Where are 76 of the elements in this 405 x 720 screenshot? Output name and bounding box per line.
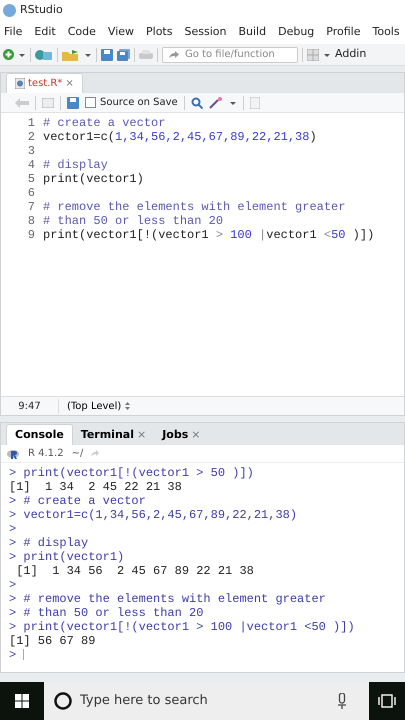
- line-number: 8: [26, 214, 36, 228]
- panel-tab[interactable]: Terminal ×: [72, 424, 154, 445]
- console-command-text: > # than 50 or less than 20: [9, 606, 204, 620]
- menu-item[interactable]: Session: [184, 24, 226, 40]
- close-icon[interactable]: ×: [65, 76, 74, 91]
- search-field[interactable]: Go to file/function: [162, 46, 298, 62]
- console-output-text: [1] 56 67 89: [9, 634, 96, 648]
- console-command-text: >: [9, 648, 16, 662]
- menu-item[interactable]: View: [108, 24, 134, 40]
- r-file-icon: [15, 78, 25, 89]
- task-view-icon[interactable]: [378, 694, 396, 708]
- code-line: # than 50 or less than 20: [43, 214, 224, 228]
- code-line: vector1=c(1,34,56,2,45,67,89,22,21,38): [43, 130, 317, 144]
- text-cursor: [23, 649, 24, 660]
- console-command-text: > vector1=c(1,34,56,2,45,67,89,22,21,38): [9, 508, 298, 522]
- scope-selector[interactable]: (Top Level): [67, 398, 130, 414]
- console-command-text: > print(vector1): [9, 550, 124, 564]
- menu-item[interactable]: Profile: [326, 24, 360, 40]
- line-number: 6: [26, 186, 36, 200]
- cursor-position: 9:47: [1, 398, 59, 414]
- console-command-text: > # create a vector: [9, 494, 146, 508]
- app-logo-icon: [3, 4, 16, 16]
- close-icon[interactable]: ×: [136, 426, 146, 443]
- file-tab[interactable]: test.R* ×: [6, 73, 83, 93]
- line-number: 1: [26, 116, 36, 130]
- folder-icon[interactable]: [62, 48, 80, 60]
- working-directory: ~/: [72, 447, 84, 461]
- menu-item[interactable]: Debug: [278, 24, 314, 40]
- console-output-text: [1] 1 34 2 45 22 21 38: [9, 480, 182, 494]
- line-number: 7: [26, 200, 36, 214]
- add-icon[interactable]: [3, 49, 14, 60]
- code-line: # remove the elements with element greater: [43, 200, 346, 214]
- line-number: 2: [26, 130, 36, 144]
- code-line: print(vector1): [43, 172, 144, 186]
- console-command-text: > print(vector1[!(vector1 > 100 |vector1 <50 )]): [9, 620, 355, 634]
- line-number: 9: [26, 228, 36, 242]
- microphone-icon[interactable]: [337, 693, 347, 709]
- menu-item[interactable]: Edit: [34, 24, 56, 40]
- taskbar-search-field[interactable]: Type here to search: [44, 682, 369, 720]
- grid-icon[interactable]: [307, 48, 319, 60]
- menu-item[interactable]: Tools: [372, 24, 400, 40]
- code-line: # create a vector: [43, 116, 166, 130]
- windows-icon[interactable]: [15, 694, 29, 708]
- addins-menu[interactable]: Addin: [335, 46, 366, 63]
- source-on-save-checkbox[interactable]: Source on Save: [85, 95, 178, 110]
- r-logo-icon: [7, 448, 20, 458]
- panel-tab[interactable]: Console: [6, 424, 73, 445]
- save-icon[interactable]: [67, 96, 79, 108]
- console-command-text: >: [9, 522, 16, 536]
- console-command-text: >: [9, 578, 16, 592]
- updown-icon: [125, 402, 130, 410]
- circle-icon: [54, 692, 72, 710]
- project-icon[interactable]: [35, 48, 53, 60]
- line-number: 5: [26, 172, 36, 186]
- arrow-icon: [169, 50, 179, 59]
- window-title: RStudio: [20, 2, 63, 18]
- console-command-text: > # display: [9, 536, 88, 550]
- code-line: # display: [43, 158, 108, 172]
- save-all-icon[interactable]: [117, 48, 130, 60]
- line-number: 3: [26, 144, 36, 158]
- console-command-text: > print(vector1[!(vector1 > 50 )]): [9, 466, 254, 480]
- menu-item[interactable]: File: [4, 24, 22, 40]
- r-version: R 4.1.2: [28, 447, 64, 461]
- console-output-text: [1] 1 34 56 2 45 67 89 22 21 38: [15, 564, 254, 578]
- close-icon[interactable]: ×: [191, 426, 200, 443]
- code-line: print(vector1[!(vector1 > 100 |vector1 <50 )]): [43, 228, 374, 242]
- panel-tab[interactable]: Jobs ×: [154, 424, 208, 445]
- search-icon[interactable]: [190, 96, 203, 108]
- console-command-text: > # remove the elements with element greater: [9, 592, 326, 606]
- save-icon[interactable]: [101, 48, 113, 60]
- menu-item[interactable]: Plots: [146, 24, 172, 40]
- wand-icon[interactable]: [208, 96, 223, 108]
- line-number: 4: [26, 158, 36, 172]
- menu-item[interactable]: Code: [68, 24, 96, 40]
- menu-item[interactable]: Build: [238, 24, 266, 40]
- popout-icon[interactable]: [42, 98, 54, 108]
